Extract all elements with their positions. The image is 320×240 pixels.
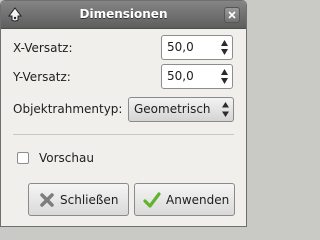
separator: [13, 134, 234, 135]
window-close-button[interactable]: [224, 7, 240, 23]
spin-up-icon[interactable]: [220, 39, 229, 47]
x-icon: [40, 193, 54, 207]
bbox-type-label: Objektrahmentyp:: [13, 102, 123, 116]
bbox-type-select[interactable]: Geometrisch: [128, 97, 234, 122]
preview-checkbox[interactable]: [17, 152, 29, 164]
x-offset-input[interactable]: [167, 40, 217, 54]
spin-down-icon[interactable]: [220, 77, 229, 85]
x-offset-spinbox[interactable]: [161, 35, 233, 60]
inkscape-icon: [8, 7, 22, 22]
preview-label[interactable]: Vorschau: [39, 151, 94, 165]
close-button-label: Schließen: [60, 193, 119, 207]
apply-button[interactable]: Anwenden: [134, 183, 235, 216]
y-offset-spinbox[interactable]: [161, 64, 233, 89]
select-updown-icon: [222, 102, 229, 117]
y-offset-spin-arrows[interactable]: [218, 65, 232, 88]
checkmark-icon: [143, 192, 161, 208]
close-button[interactable]: Schließen: [28, 183, 129, 216]
x-offset-label: X-Versatz:: [13, 41, 73, 55]
titlebar[interactable]: Dimensionen: [1, 1, 246, 29]
bbox-type-value: Geometrisch: [134, 102, 211, 116]
window-title: Dimensionen: [79, 7, 168, 21]
apply-button-label: Anwenden: [166, 193, 230, 207]
y-offset-input[interactable]: [167, 69, 217, 83]
close-icon: [228, 11, 236, 19]
spin-down-icon[interactable]: [220, 48, 229, 56]
spin-up-icon[interactable]: [220, 68, 229, 76]
y-offset-label: Y-Versatz:: [13, 70, 71, 84]
x-offset-spin-arrows[interactable]: [218, 36, 232, 59]
dialog-window: Dimensionen X-Versatz: Y-Versatz: Objekt…: [0, 0, 247, 227]
